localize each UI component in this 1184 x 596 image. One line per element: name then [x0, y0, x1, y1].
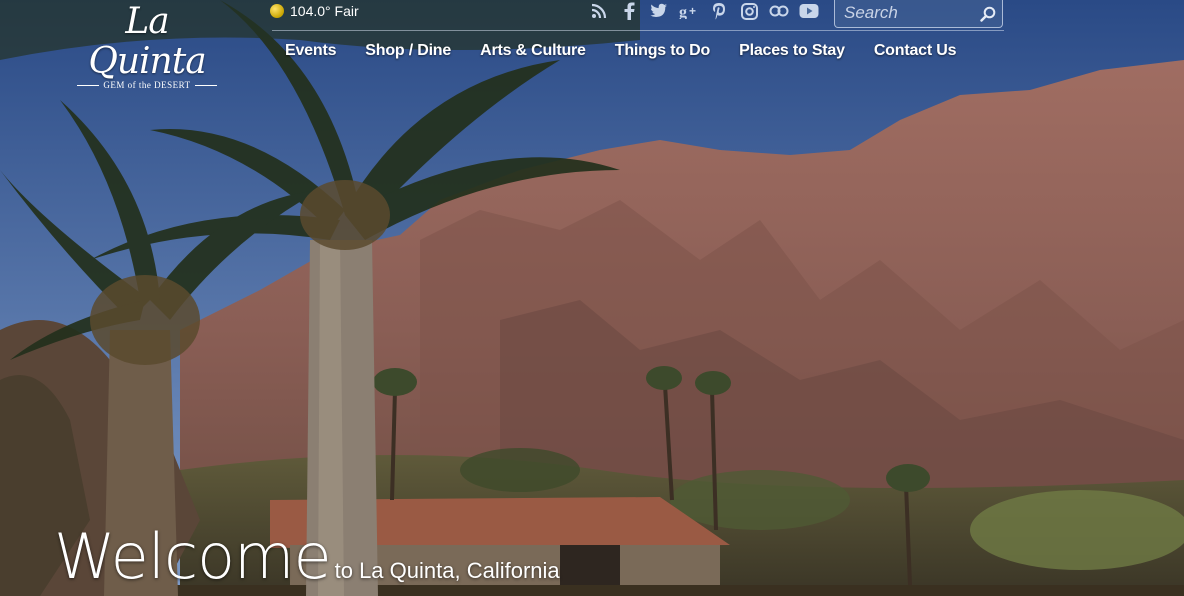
nav-item-shop-dine[interactable]: Shop / Dine: [365, 42, 451, 60]
main-nav: Events Shop / Dine Arts & Culture Things…: [285, 42, 985, 60]
youtube-icon[interactable]: [798, 0, 820, 22]
google-plus-icon[interactable]: g +: [678, 0, 700, 22]
logo-tagline: GEM of the DESERT: [72, 80, 222, 90]
nav-item-arts-culture[interactable]: Arts & Culture: [480, 42, 586, 60]
pinterest-icon[interactable]: [708, 0, 730, 22]
nav-divider: [272, 30, 1004, 31]
nav-item-events[interactable]: Events: [285, 42, 336, 60]
site-logo[interactable]: La Quinta GEM of the DESERT: [72, 1, 222, 91]
welcome-title: Welcome: [54, 520, 332, 593]
twitter-icon[interactable]: [648, 0, 670, 22]
search-input[interactable]: [835, 0, 984, 26]
logo-title: La Quinta: [88, 1, 206, 82]
facebook-icon[interactable]: [618, 0, 640, 22]
flickr-icon[interactable]: [768, 0, 790, 22]
search-box: [834, 0, 1003, 28]
weather-text: 104.0° Fair: [290, 3, 359, 19]
svg-text:g: g: [679, 4, 687, 19]
sun-icon: [270, 4, 284, 18]
svg-text:+: +: [689, 4, 696, 18]
nav-item-contact-us[interactable]: Contact Us: [874, 42, 957, 60]
rss-icon[interactable]: [588, 0, 610, 22]
welcome-subtitle: to La Quinta, California: [334, 558, 560, 583]
nav-item-places-to-stay[interactable]: Places to Stay: [739, 42, 845, 60]
site-header: La Quinta GEM of the DESERT 104.0° Fair …: [0, 0, 1184, 90]
nav-item-things-to-do[interactable]: Things to Do: [615, 42, 711, 60]
weather-widget: 104.0° Fair: [270, 2, 359, 20]
instagram-icon[interactable]: [738, 0, 760, 22]
search-icon[interactable]: [980, 6, 996, 22]
welcome-heading: Welcome to La Quinta, California: [54, 520, 560, 593]
social-links: g +: [588, 0, 820, 22]
